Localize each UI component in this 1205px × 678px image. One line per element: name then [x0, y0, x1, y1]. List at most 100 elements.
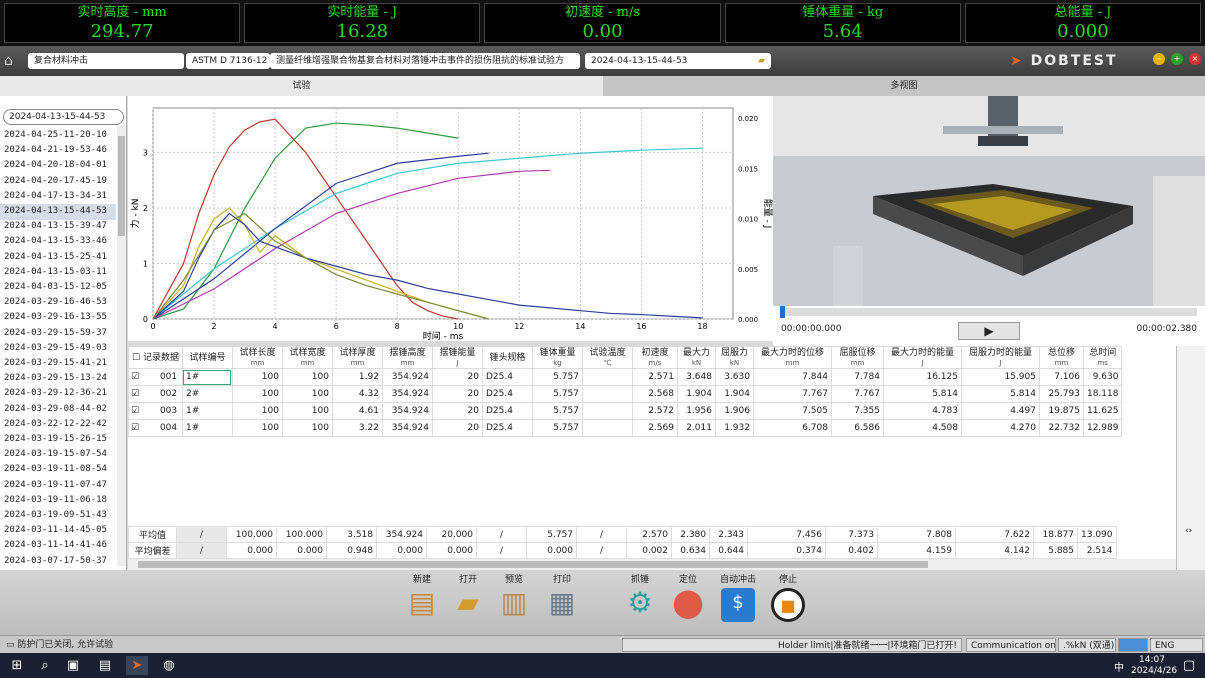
open-button[interactable]: 打开 ▰: [446, 572, 490, 622]
column-header[interactable]: 锤头规格: [481, 346, 533, 369]
list-item[interactable]: 2024-04-17-13-34-31: [0, 189, 116, 205]
column-header[interactable]: 锤体重量 kg: [531, 346, 583, 369]
new-button[interactable]: 新建 ▤: [400, 572, 444, 622]
row-checkbox[interactable]: ☑: [131, 406, 142, 416]
table-cell[interactable]: 1#: [181, 419, 233, 437]
standard-desc-select[interactable]: 测量纤维增强聚合物基复合材料对落锤冲击事件的损伤阻抗的标准试验方: [270, 53, 580, 69]
column-header[interactable]: 总位移 mm: [1038, 346, 1084, 369]
print-button[interactable]: 打印 ▦: [540, 572, 584, 622]
standard-code[interactable]: ASTM D 7136-12: [186, 53, 270, 69]
grab-button[interactable]: 抓锤 ⚙: [618, 572, 662, 622]
minimize-icon[interactable]: –: [1153, 53, 1165, 65]
column-header[interactable]: 最大力时的能量 J: [882, 346, 962, 369]
list-item[interactable]: 2024-03-11-14-41-46: [0, 538, 116, 554]
list-item[interactable]: 2024-03-19-15-26-15: [0, 432, 116, 448]
user-icon[interactable]: [1118, 638, 1148, 652]
row-checkbox[interactable]: ☑: [131, 389, 142, 399]
list-item[interactable]: 2024-03-29-15-49-03: [0, 341, 116, 357]
list-item[interactable]: 2024-04-20-18-04-01: [0, 158, 116, 174]
home-icon[interactable]: ⌂: [4, 53, 22, 69]
table-hscrollbar[interactable]: [128, 559, 1176, 570]
list-scroll-thumb[interactable]: [118, 136, 125, 236]
video-progress-handle[interactable]: [780, 306, 785, 318]
list-item[interactable]: 2024-03-07-17-50-37: [0, 554, 116, 570]
table-row[interactable]: ☑ 002 2# 100 100 4.32 354.924 20 D25.4 5.757 2.56…: [128, 385, 1123, 403]
row-checkbox[interactable]: ☑: [131, 423, 142, 433]
table-hscroll-thumb[interactable]: [138, 561, 928, 568]
list-item[interactable]: 2024-03-29-15-41-21: [0, 356, 116, 372]
list-item[interactable]: 2024-03-19-09-51-43: [0, 508, 116, 524]
list-item[interactable]: 2024-04-13-15-44-53: [0, 204, 116, 220]
column-header[interactable]: 最大力 kN: [676, 346, 716, 369]
search-icon[interactable]: ⌕: [34, 656, 56, 675]
list-item[interactable]: 2024-04-13-15-25-41: [0, 250, 116, 266]
list-item[interactable]: 2024-03-29-12-36-21: [0, 386, 116, 402]
list-item[interactable]: 2024-03-29-15-13-24: [0, 371, 116, 387]
preview-button[interactable]: 预览 ▥: [492, 572, 536, 622]
right-arrow-icon[interactable]: ‹›: [1185, 526, 1192, 536]
list-item[interactable]: 2024-04-20-17-45-19: [0, 174, 116, 190]
list-item[interactable]: 2024-04-25-11-20-10: [0, 128, 116, 144]
column-header[interactable]: 屈服力 kN: [714, 346, 754, 369]
video-progress[interactable]: [781, 308, 1197, 316]
notification-icon[interactable]: ▢: [1178, 656, 1200, 675]
locate-button[interactable]: 定位 ⬤: [666, 572, 710, 622]
maximize-icon[interactable]: +: [1171, 53, 1183, 65]
list-item[interactable]: 2024-04-13-15-33-46: [0, 234, 116, 250]
right-scroll-strip[interactable]: ‹›: [1176, 346, 1205, 570]
row-checkbox[interactable]: ☑: [131, 372, 142, 382]
table-row[interactable]: ☑ 001 1# 100 100 1.92 354.924 20 D25.4 5.757 2.57…: [128, 368, 1123, 386]
app-misc-icon[interactable]: ◍: [158, 656, 180, 675]
record-search-input[interactable]: 2024-04-13-15-44-53: [3, 109, 124, 125]
list-item[interactable]: 2024-04-13-15-39-47: [0, 219, 116, 235]
table-cell[interactable]: 1#: [181, 368, 233, 386]
tab-multiview[interactable]: 多视图: [603, 76, 1205, 96]
list-item[interactable]: 2024-03-29-16-46-53: [0, 295, 116, 311]
taskview-icon[interactable]: ▣: [62, 656, 84, 675]
list-item[interactable]: 2024-03-29-08-44-02: [0, 402, 116, 418]
record-select[interactable]: 2024-04-13-15-44-53 ▰: [585, 53, 771, 69]
table-row[interactable]: ☑ 004 1# 100 100 3.22 354.924 20 D25.4 5.757 2.56…: [128, 419, 1123, 437]
list-item[interactable]: 2024-03-19-11-08-54: [0, 462, 116, 478]
column-header[interactable]: 初速度 m/s: [631, 346, 678, 369]
app-dobtest-icon[interactable]: ➤: [126, 656, 148, 675]
close-icon[interactable]: ×: [1189, 53, 1201, 65]
list-item[interactable]: 2024-03-19-15-07-54: [0, 447, 116, 463]
auto-button[interactable]: 自动冲击 $: [716, 572, 760, 622]
column-header[interactable]: 试验温度 ℃: [581, 346, 633, 369]
tab-test[interactable]: 试验: [0, 76, 603, 96]
list-item[interactable]: 2024-03-29-16-13-55: [0, 310, 116, 326]
table-row[interactable]: ☑ 003 1# 100 100 4.61 354.924 20 D25.4 5.757 2.57…: [128, 402, 1123, 420]
column-header[interactable]: 试样长度 mm: [231, 346, 283, 369]
list-item[interactable]: 2024-04-21-19-53-46: [0, 143, 116, 159]
column-header[interactable]: ☐ 记录数据: [128, 346, 183, 369]
column-header[interactable]: 总时间 ms: [1082, 346, 1123, 369]
header-unit: ms: [1097, 358, 1108, 367]
material-select[interactable]: 复合材料冲击: [28, 53, 184, 69]
table-cell[interactable]: 2#: [181, 385, 233, 403]
column-header[interactable]: 摆锤能量 J: [431, 346, 483, 369]
column-header[interactable]: 试样宽度 mm: [281, 346, 333, 369]
column-header[interactable]: 屈服力时的能量 J: [960, 346, 1040, 369]
list-item[interactable]: 2024-04-03-15-12-05: [0, 280, 116, 296]
tray-lang[interactable]: 中: [1114, 659, 1124, 674]
list-item[interactable]: 2024-03-19-11-07-47: [0, 478, 116, 494]
list-item[interactable]: 2024-03-22-12-22-42: [0, 417, 116, 433]
list-item[interactable]: 2024-03-11-14-45-05: [0, 523, 116, 539]
stop-button[interactable]: 停止 ■: [766, 572, 810, 622]
column-header[interactable]: 最大力时的位移 mm: [752, 346, 832, 369]
column-header[interactable]: 屈服位移 mm: [830, 346, 884, 369]
column-header[interactable]: 试样编号: [181, 346, 233, 369]
column-header[interactable]: 试样厚度 mm: [331, 346, 383, 369]
list-item[interactable]: 2024-03-29-15-59-37: [0, 326, 116, 342]
column-header[interactable]: 摆锤高度 mm: [381, 346, 433, 369]
app-doc-icon[interactable]: ▤: [94, 656, 116, 675]
select-all-checkbox[interactable]: ☐: [132, 353, 140, 363]
windows-start-icon[interactable]: ⊞: [6, 656, 28, 675]
list-item[interactable]: 2024-04-13-15-03-11: [0, 265, 116, 281]
table-cell: 7.355: [830, 402, 884, 420]
folder-icon[interactable]: ▰: [758, 53, 765, 69]
list-item[interactable]: 2024-03-19-11-06-18: [0, 493, 116, 509]
table-cell[interactable]: 1#: [181, 402, 233, 420]
play-button[interactable]: ▶: [958, 322, 1020, 340]
